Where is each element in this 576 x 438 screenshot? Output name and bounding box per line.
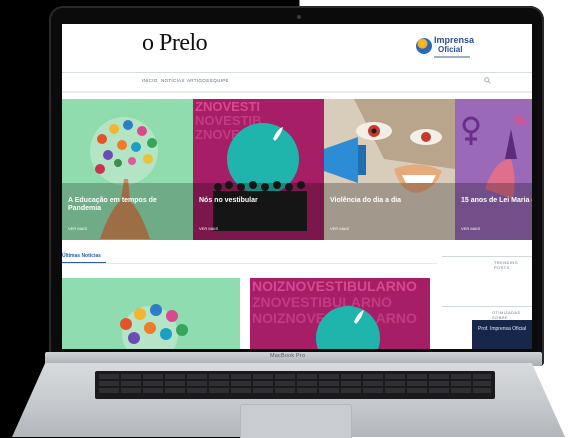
sidebar-divider: [442, 256, 532, 257]
hero-slide-4[interactable]: 15 anos de Lei Maria da Penha VER MAIS: [455, 99, 532, 240]
svg-text:ZNOVESTIBULARNO: ZNOVESTIBULARNO: [252, 294, 392, 310]
hero-slide-title[interactable]: A Educação em tempos de Pandemia: [68, 197, 186, 213]
nav-item-equipe[interactable]: EQUIPE: [210, 78, 229, 83]
hero-slide-2[interactable]: ZNOVESTI NOVESTIB ZNOVESTI Nós no vestib…: [193, 99, 324, 240]
search-icon[interactable]: [484, 77, 491, 84]
sidebar-divider: [442, 306, 532, 307]
sidebar-trending-heading: TRENDING POSTS: [494, 260, 519, 270]
hero-slide-more-link[interactable]: VER MAIS: [199, 226, 218, 231]
device-brand-label: MacBook Pro: [270, 353, 306, 359]
trackpad: [240, 404, 352, 438]
hero-slider: A Educação em tempos de Pandemia VER MAI…: [62, 99, 532, 240]
hero-slide-3[interactable]: Violência do dia a dia VER MAIS: [324, 99, 455, 240]
keyboard-row: [99, 374, 491, 379]
hero-slide-more-link[interactable]: VER MAIS: [68, 226, 87, 231]
main-nav: INÍCIO NOTÍCIAS ARTIGOS EQUIPE: [62, 73, 532, 91]
section-title: Últimas Notícias: [62, 253, 101, 259]
site-header: o Prelo Imprensa Oficial: [62, 24, 532, 72]
keyboard-row: [99, 381, 491, 386]
news-card-2[interactable]: NOIZNOVESTIBULARNO ZNOVESTIBULARNO NOIZN…: [250, 278, 430, 349]
hero-slide-1[interactable]: A Educação em tempos de Pandemia VER MAI…: [62, 99, 193, 240]
browser-screen: o Prelo Imprensa Oficial INÍCIO NOTÍCIAS…: [62, 24, 532, 349]
nav-item-noticias[interactable]: NOTÍCIAS: [161, 78, 185, 83]
keyboard-row: [99, 388, 491, 393]
partner-name-line2: Oficial: [438, 45, 463, 54]
section-divider: [62, 263, 437, 264]
sidebar-featured-card[interactable]: Prof. Imprensa Oficial: [472, 320, 532, 349]
news-card-image: [62, 278, 240, 349]
svg-text:ZNOVESTI: ZNOVESTI: [195, 99, 260, 114]
hands-tree-illustration: [62, 99, 193, 240]
site-logo[interactable]: o Prelo: [142, 30, 208, 57]
nav-item-inicio[interactable]: INÍCIO: [142, 78, 158, 83]
partner-emblem-icon: [416, 38, 432, 54]
sidebar-card-text: Prof. Imprensa Oficial: [478, 326, 527, 332]
nav-divider: [62, 91, 532, 93]
nav-item-artigos[interactable]: ARTIGOS: [187, 78, 209, 83]
news-card-image: NOIZNOVESTIBULARNO ZNOVESTIBULARNO NOIZN…: [250, 278, 430, 349]
violence-collage-illustration: [324, 99, 455, 240]
sidebar-featured-heading: OTIMIZADAS SOBRE: [492, 310, 521, 320]
keyboard: [95, 371, 495, 399]
partner-name-line1: Imprensa: [434, 35, 475, 45]
women-rights-illustration: [455, 99, 532, 240]
partner-logo[interactable]: Imprensa Oficial: [416, 32, 474, 64]
vestibular-poster-illustration: ZNOVESTI NOVESTIB ZNOVESTI: [193, 99, 324, 240]
svg-text:NOIZNOVESTIBULARNO: NOIZNOVESTIBULARNO: [252, 278, 417, 294]
hero-slide-title[interactable]: 15 anos de Lei Maria da Penha: [461, 197, 532, 205]
news-card-1[interactable]: [62, 278, 240, 349]
hero-slide-title[interactable]: Violência do dia a dia: [330, 197, 448, 205]
hero-slide-title[interactable]: Nós no vestibular: [199, 197, 317, 205]
hero-slide-more-link[interactable]: VER MAIS: [461, 226, 480, 231]
partner-tagline: [434, 56, 470, 58]
camera-icon: [297, 15, 301, 19]
hero-slide-more-link[interactable]: VER MAIS: [330, 226, 349, 231]
